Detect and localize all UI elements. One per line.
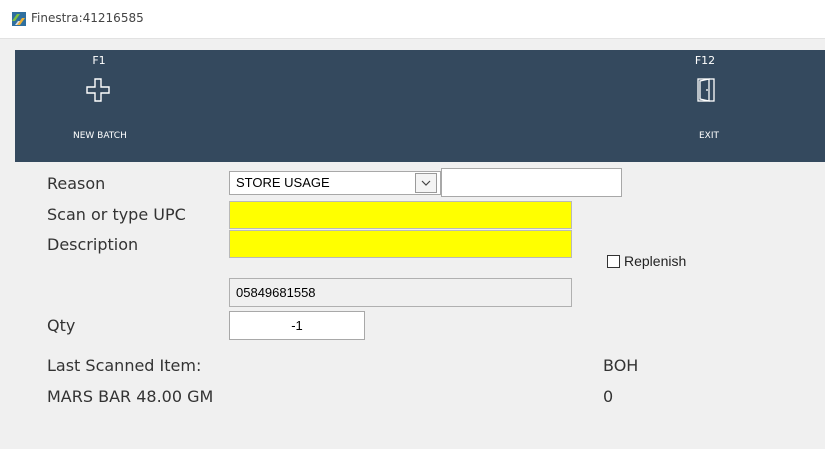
reason-extra-input[interactable]: [441, 168, 622, 197]
window-title: Finestra:41216585: [31, 11, 144, 25]
reason-select[interactable]: STORE USAGE: [229, 171, 441, 195]
description-label: Description: [47, 235, 139, 254]
upc-display-field: 05849681558: [229, 278, 572, 307]
exit-key-label: F12: [694, 54, 716, 67]
finestra-window: Finestra:41216585 F1 NEW BATCH F12 EXIT …: [0, 0, 825, 449]
door-exit-icon: [697, 78, 715, 102]
last-scanned-item: MARS BAR 48.00 GM: [47, 387, 214, 406]
boh-label: BOH: [603, 356, 639, 375]
chevron-down-icon: [421, 180, 431, 186]
qty-value: -1: [291, 318, 303, 333]
upc-display-value: 05849681558: [236, 285, 316, 300]
new-batch-label: NEW BATCH: [73, 131, 127, 141]
exit-button[interactable]: F12 EXIT: [670, 50, 740, 162]
finestra-app-icon: [12, 12, 26, 26]
qty-label: Qty: [47, 316, 76, 335]
reason-dropdown-button[interactable]: [415, 173, 437, 193]
boh-value: 0: [603, 387, 614, 406]
function-toolbar: F1 NEW BATCH F12 EXIT: [15, 50, 825, 162]
reason-selected-value: STORE USAGE: [236, 175, 330, 190]
upc-input[interactable]: [229, 201, 572, 229]
title-bar: Finestra:41216585: [0, 0, 825, 39]
plus-outline-icon: [86, 78, 110, 102]
description-input[interactable]: [229, 230, 572, 258]
new-batch-button[interactable]: F1 NEW BATCH: [53, 50, 133, 162]
upc-label: Scan or type UPC: [47, 205, 186, 224]
last-scanned-label: Last Scanned Item:: [47, 356, 202, 375]
replenish-checkbox[interactable]: [607, 255, 620, 268]
qty-input[interactable]: -1: [229, 311, 365, 340]
reason-label: Reason: [47, 174, 106, 193]
exit-label: EXIT: [699, 131, 720, 141]
new-batch-key-label: F1: [92, 54, 106, 67]
replenish-label[interactable]: Replenish: [624, 252, 686, 270]
